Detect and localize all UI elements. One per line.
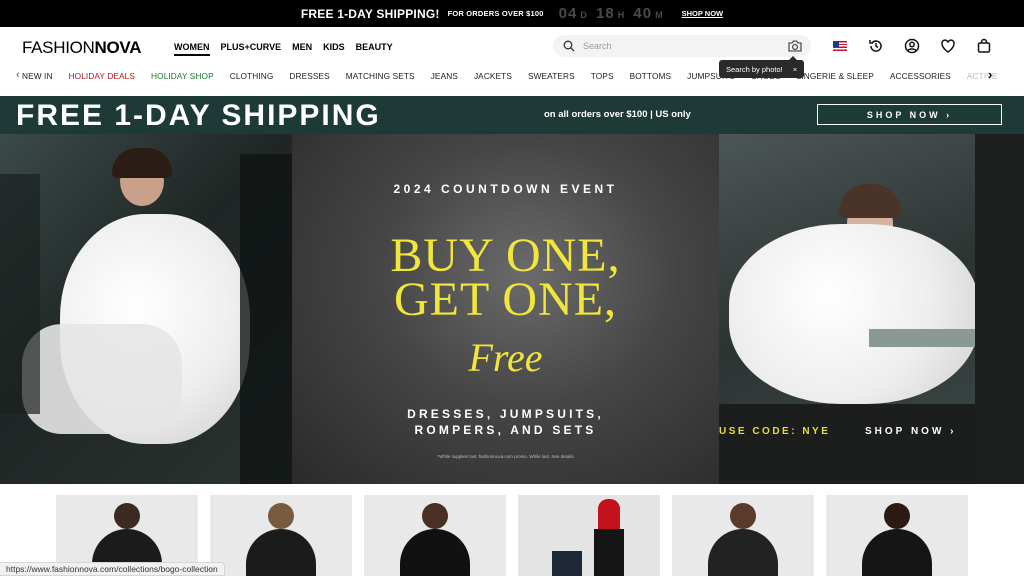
hero-right-lower-panel bbox=[719, 404, 975, 484]
category-item[interactable]: JEANS bbox=[431, 71, 458, 81]
category-item[interactable]: DRESSES bbox=[289, 71, 329, 81]
product-tile[interactable] bbox=[364, 495, 506, 576]
hero-fine-print: *While supplies last. fashionnova.com pr… bbox=[437, 454, 574, 459]
category-item[interactable]: ACTIVE bbox=[967, 71, 998, 81]
category-item[interactable]: LINGERIE & SLEEP bbox=[797, 71, 874, 81]
promo-shop-now-button[interactable]: SHOP NOW › bbox=[817, 104, 1002, 125]
search-by-photo-tooltip: Search by photo! × bbox=[719, 56, 805, 78]
wishlist-heart-icon[interactable] bbox=[938, 36, 958, 56]
hero-right-edge bbox=[975, 134, 1024, 484]
timer-minutes: 40 bbox=[633, 5, 653, 22]
timer-days: 04 bbox=[558, 5, 578, 22]
category-item[interactable]: MATCHING SETS bbox=[346, 71, 415, 81]
fashion-nova-logo[interactable]: FASHIONNOVA bbox=[22, 38, 141, 58]
status-bar-url: https://www.fashionnova.com/collections/… bbox=[0, 562, 225, 576]
category-list: NEW IN HOLIDAY DEALS HOLIDAY SHOP CLOTHING D… bbox=[22, 71, 1014, 81]
history-icon[interactable] bbox=[866, 36, 886, 56]
promo-title: FREE 1-DAY SHIPPING bbox=[16, 99, 381, 132]
department-nav: WOMEN PLUS+CURVE MEN KIDS BEAUTY bbox=[174, 42, 393, 56]
product-tile[interactable] bbox=[826, 495, 968, 576]
category-item[interactable]: HOLIDAY DEALS bbox=[69, 71, 135, 81]
tooltip-text: Search by photo! bbox=[726, 64, 783, 74]
promo-subtitle: on all orders over $100 | US only bbox=[544, 109, 691, 120]
category-item[interactable]: CLOTHING bbox=[230, 71, 274, 81]
hero-bogo-headline: BUY ONE, GET ONE, bbox=[390, 229, 621, 326]
category-scroll-right-icon[interactable]: › bbox=[988, 67, 992, 82]
category-nav: ‹ NEW IN HOLIDAY DEALS HOLIDAY SHOP CLOTHIN… bbox=[0, 67, 1024, 87]
product-tile[interactable] bbox=[210, 495, 352, 576]
category-item[interactable]: ACCESSORIES bbox=[890, 71, 951, 81]
hero-promo-code: USE CODE: NYE bbox=[719, 426, 831, 437]
topbar-shop-now-link[interactable]: SHOP NOW bbox=[682, 9, 724, 18]
nav-men[interactable]: MEN bbox=[292, 42, 312, 56]
nav-women[interactable]: WOMEN bbox=[174, 42, 210, 56]
category-item[interactable]: TOPS bbox=[591, 71, 614, 81]
hero-categories: DRESSES, JUMPSUITS, ROMPERS, AND SETS bbox=[407, 407, 604, 437]
hero-shop-now-link[interactable]: SHOP NOW › bbox=[865, 426, 956, 437]
category-item[interactable]: SWEATERS bbox=[528, 71, 575, 81]
nav-kids[interactable]: KIDS bbox=[323, 42, 345, 56]
shipping-subtext: FOR ORDERS OVER $100 bbox=[447, 9, 544, 18]
hero-free-text: Free bbox=[468, 335, 543, 380]
us-flag-icon[interactable] bbox=[830, 36, 850, 56]
shipping-promo-banner[interactable]: FREE 1-DAY SHIPPING on all orders over $… bbox=[0, 96, 1024, 134]
category-item[interactable]: JACKETS bbox=[474, 71, 512, 81]
timer-hours: 18 bbox=[596, 5, 615, 22]
site-header: FASHIONNOVA WOMEN PLUS+CURVE MEN KIDS BE… bbox=[0, 27, 1024, 65]
account-icon[interactable] bbox=[902, 36, 922, 56]
announcement-bar: FREE 1-DAY SHIPPING! FOR ORDERS OVER $10… bbox=[0, 0, 1024, 27]
category-item[interactable]: HOLIDAY SHOP bbox=[151, 71, 214, 81]
countdown-timer: 04 D 18 H 40 M bbox=[558, 5, 664, 22]
header-icons bbox=[830, 36, 994, 56]
search-bar[interactable] bbox=[553, 35, 811, 57]
product-tile[interactable] bbox=[672, 495, 814, 576]
hero-left-model-image bbox=[0, 134, 292, 484]
category-item[interactable]: BOTTOMS bbox=[630, 71, 672, 81]
hero-right-model-image bbox=[719, 134, 979, 404]
search-icon bbox=[563, 40, 575, 52]
category-item[interactable]: NEW IN bbox=[22, 71, 53, 81]
tooltip-close-icon[interactable]: × bbox=[793, 65, 797, 74]
shopping-bag-icon[interactable] bbox=[974, 36, 994, 56]
category-scroll-left-icon[interactable]: ‹ bbox=[16, 69, 20, 81]
search-input[interactable] bbox=[583, 41, 763, 51]
hero-banner[interactable]: 2024 COUNTDOWN EVENT BUY ONE, GET ONE, F… bbox=[0, 134, 1024, 484]
nav-plus-curve[interactable]: PLUS+CURVE bbox=[221, 42, 282, 56]
shipping-headline: FREE 1-DAY SHIPPING! bbox=[300, 6, 440, 21]
product-tile[interactable] bbox=[518, 495, 660, 576]
nav-beauty[interactable]: BEAUTY bbox=[356, 42, 393, 56]
hero-event-title: 2024 COUNTDOWN EVENT bbox=[393, 182, 618, 196]
camera-icon[interactable] bbox=[787, 39, 803, 53]
